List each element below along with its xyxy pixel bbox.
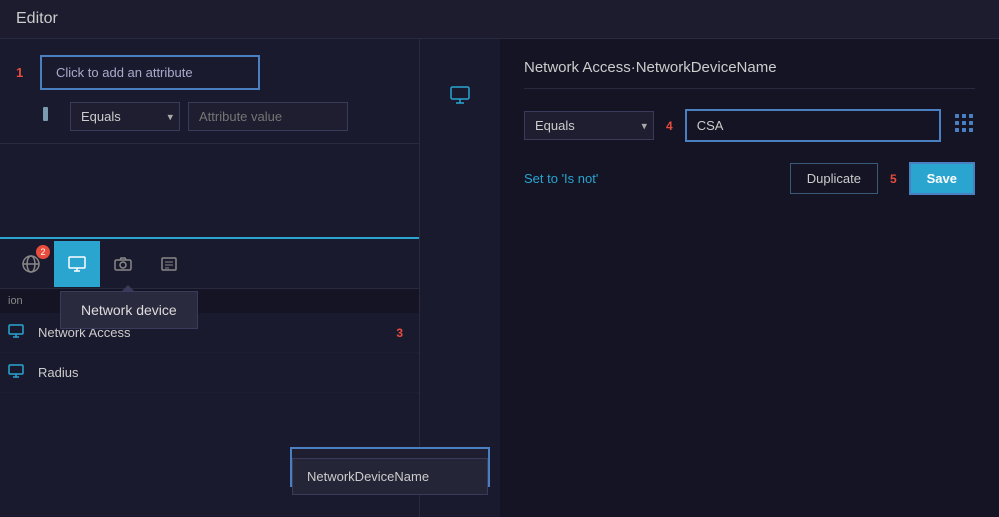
- right-form-condition-row: Equals 4: [524, 109, 975, 142]
- list-item-radius[interactable]: Radius: [0, 353, 419, 393]
- attr-dropdown-sub: NetworkDeviceName: [292, 458, 488, 495]
- tab-globe-badge: 2: [36, 245, 50, 259]
- value-input[interactable]: [685, 109, 941, 142]
- right-icon-col: [420, 39, 500, 517]
- radius-label: Radius: [38, 365, 411, 380]
- tab-list[interactable]: [146, 241, 192, 287]
- right-equals-wrapper: Equals: [524, 111, 654, 140]
- network-device-tooltip: Network device: [60, 291, 198, 329]
- radius-icon: [8, 363, 28, 382]
- right-equals-dropdown[interactable]: Equals: [524, 111, 654, 140]
- add-attr-area: 1 Click to add an attribute: [0, 39, 419, 144]
- tooltip-text: Network device: [81, 302, 177, 318]
- save-button[interactable]: Save: [909, 162, 975, 195]
- condition-icon: [40, 105, 58, 128]
- equals-dropdown-wrapper: Equals: [70, 102, 180, 131]
- value-input-wrapper: [685, 109, 941, 142]
- add-attr-row: 1 Click to add an attribute: [16, 55, 403, 90]
- right-form-title: Network Access·NetworkDeviceName: [524, 59, 975, 89]
- attr-dropdown-sub-item[interactable]: NetworkDeviceName: [293, 459, 487, 494]
- row-number-1: 1: [16, 65, 30, 80]
- duplicate-button[interactable]: Duplicate: [790, 163, 878, 194]
- equals-dropdown[interactable]: Equals: [70, 102, 180, 131]
- editor-root: Editor 1 Click to add an attribute: [0, 0, 999, 517]
- attr-value-input[interactable]: [188, 102, 348, 131]
- left-panel-top: 1 Click to add an attribute: [0, 39, 419, 239]
- editor-title: Editor: [16, 10, 58, 27]
- right-content-area: Network Access·NetworkDeviceName Equals …: [420, 39, 999, 517]
- network-access-icon: [8, 323, 28, 342]
- condition-row: Equals: [16, 102, 403, 131]
- value-number: 4: [666, 119, 673, 133]
- tabs-area: 2: [0, 239, 419, 289]
- network-access-number: 3: [396, 326, 403, 340]
- add-attribute-button[interactable]: Click to add an attribute: [40, 55, 260, 90]
- editor-main: 1 Click to add an attribute: [0, 39, 999, 517]
- tab-monitor[interactable]: [54, 241, 100, 287]
- set-not-button[interactable]: Set to 'Is not': [524, 171, 598, 186]
- tab-globe[interactable]: 2: [8, 241, 54, 287]
- editor-header: Editor: [0, 0, 999, 39]
- tab-camera[interactable]: [100, 241, 146, 287]
- dots-icon[interactable]: [953, 112, 975, 139]
- attr-dropdown: NetworkDeviceName NetworkDeviceName: [290, 447, 490, 487]
- right-form: Network Access·NetworkDeviceName Equals …: [500, 39, 999, 517]
- save-number: 5: [890, 172, 897, 186]
- left-panel: 1 Click to add an attribute: [0, 39, 420, 517]
- right-actions: Set to 'Is not' Duplicate 5 Save: [524, 162, 975, 195]
